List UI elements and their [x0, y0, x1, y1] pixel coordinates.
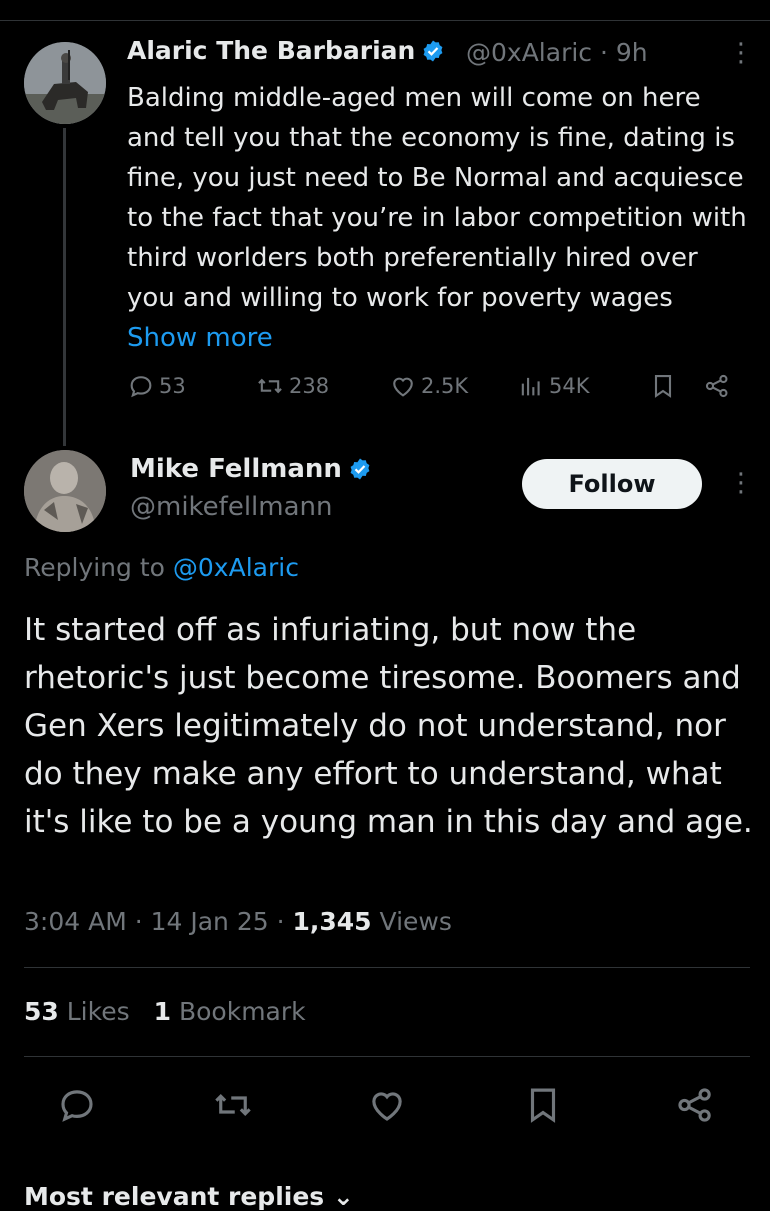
- repost-button[interactable]: [212, 1084, 254, 1130]
- divider: [24, 1056, 750, 1057]
- tweet-views-label: Views: [371, 907, 452, 936]
- bookmark-button[interactable]: [522, 1084, 564, 1130]
- share-icon: [678, 1088, 711, 1122]
- bookmark-icon: [654, 375, 672, 398]
- reply-action[interactable]: 53: [127, 372, 186, 400]
- tweet-time[interactable]: 3:04 AM · 14 Jan 25 ·: [24, 907, 293, 936]
- replying-to-prefix: Replying to: [24, 553, 165, 582]
- reply-author-name-text: Mike Fellmann: [130, 454, 342, 484]
- reply-author-name[interactable]: Mike Fellmann: [130, 454, 372, 488]
- divider: [24, 967, 750, 968]
- avatar-alaric[interactable]: [24, 42, 106, 124]
- bookmarks-stat-count: 1: [153, 997, 172, 1026]
- reply-count: 53: [159, 374, 186, 398]
- bookmarks-stat[interactable]: 1 Bookmark: [154, 997, 306, 1026]
- like-icon: [393, 377, 413, 397]
- share-action[interactable]: [703, 372, 731, 400]
- repost-icon: [258, 378, 282, 394]
- reply-icon: [130, 376, 152, 398]
- share-icon: [705, 374, 728, 398]
- parent-author-name-text: Alaric The Barbarian: [127, 36, 416, 65]
- thread-line: [63, 128, 66, 446]
- parent-handle-time[interactable]: @0xAlaric · 9h: [466, 38, 648, 67]
- reply-tweet-text: It started off as infuriating, but now t…: [24, 612, 753, 840]
- views-action[interactable]: 54K: [517, 372, 590, 400]
- likes-stat[interactable]: 53 Likes: [24, 997, 130, 1026]
- show-more-link[interactable]: Show more: [127, 323, 273, 353]
- follow-button[interactable]: Follow: [522, 459, 702, 509]
- likes-stat-label: Likes: [58, 997, 130, 1026]
- reply-author-handle[interactable]: @mikefellmann: [130, 492, 333, 522]
- replying-to-mention[interactable]: @0xAlaric: [173, 553, 299, 582]
- tweet-views-count: 1,345: [292, 907, 372, 936]
- bookmark-icon: [530, 1088, 556, 1123]
- verified-badge-icon: [348, 457, 372, 488]
- avatar-mike[interactable]: [24, 450, 106, 532]
- parent-tweet-body: Balding middle-aged men will come on her…: [127, 83, 747, 313]
- parent-tweet-text: Balding middle-aged men will come on her…: [127, 78, 747, 358]
- engagement-stats: 53 Likes 1 Bookmark: [24, 997, 306, 1026]
- share-button[interactable]: [674, 1084, 716, 1130]
- repost-icon: [215, 1094, 251, 1116]
- tweet-timestamp: 3:04 AM · 14 Jan 25 · 1,345 Views: [24, 907, 452, 936]
- like-icon: [372, 1092, 402, 1121]
- replying-to: Replying to @0xAlaric: [24, 553, 299, 582]
- verified-badge-icon: [421, 39, 445, 69]
- replies-sort-dropdown[interactable]: Most relevant replies ⌄: [24, 1182, 354, 1211]
- like-button[interactable]: [366, 1084, 408, 1130]
- parent-author-name[interactable]: Alaric The Barbarian: [127, 36, 445, 69]
- like-action[interactable]: 2.5K: [389, 372, 468, 400]
- bookmarks-stat-label: Bookmark: [171, 997, 306, 1026]
- views-count: 54K: [549, 374, 590, 398]
- views-icon: [521, 377, 540, 396]
- repost-action[interactable]: 238: [255, 372, 329, 400]
- more-options-icon[interactable]: ⋮: [728, 40, 754, 66]
- parent-actions: 53 238 2.5K 54K: [127, 372, 737, 408]
- reply-action-bar: [0, 1084, 770, 1134]
- more-options-icon[interactable]: ⋮: [728, 470, 754, 496]
- top-divider: [0, 20, 770, 21]
- reply-button[interactable]: [56, 1084, 98, 1130]
- like-count: 2.5K: [421, 374, 469, 398]
- repost-count: 238: [289, 374, 330, 398]
- likes-stat-count: 53: [24, 997, 59, 1026]
- bookmark-action[interactable]: [649, 372, 677, 400]
- reply-icon: [61, 1090, 93, 1122]
